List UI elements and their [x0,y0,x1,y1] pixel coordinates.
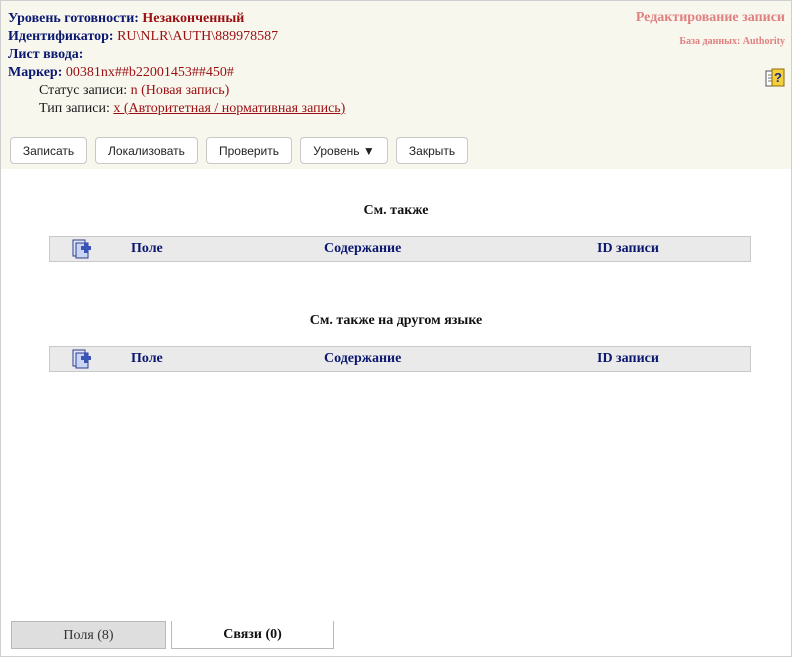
close-button[interactable]: Закрыть [396,137,468,164]
localize-button[interactable]: Локализовать [95,137,198,164]
column-header-content: Содержание [324,241,402,256]
level-value: Незаконченный [142,11,245,26]
page-title: Редактирование записи [635,10,785,25]
marker-label: Маркер: [8,65,63,80]
column-header-content: Содержание [324,351,402,366]
tab-fields[interactable]: Поля (8) [11,621,166,649]
column-header-field: Поле [131,351,163,366]
identifier-row: Идентификатор: RU\NLR\AUTH\889978587 [8,28,345,46]
check-button[interactable]: Проверить [206,137,292,164]
type-row: Тип записи: x (Авторитетная / нормативна… [8,100,345,118]
marker-value: 00381nx##b22001453##450# [65,65,234,80]
status-row: Статус записи: n (Новая запись) [8,82,345,100]
type-label: Тип записи: [39,101,110,116]
status-value: n (Новая запись) [130,83,230,98]
help-icon[interactable]: ? [765,68,785,88]
header-title-block: Редактирование записи База данных: Autho… [636,10,785,47]
see-also-table-header: Поле Содержание ID записи [49,236,751,262]
level-dropdown-button[interactable]: Уровень ▼ [300,137,388,164]
database-label: База данных: Authority [679,36,785,47]
column-header-field: Поле [131,241,163,256]
record-info: Уровень готовности: Незаконченный Иденти… [8,10,345,118]
level-row: Уровень готовности: Незаконченный [8,10,345,28]
svg-text:?: ? [774,70,782,85]
see-also-other-language-table-header: Поле Содержание ID записи [49,346,751,372]
column-header-record-id: ID записи [597,351,659,366]
sheet-label: Лист ввода: [8,47,84,62]
column-header-record-id: ID записи [597,241,659,256]
identifier-label: Идентификатор: [8,29,114,44]
add-row-icon[interactable] [71,348,93,370]
bottom-tab-bar: Поля (8) Связи (0) [1,621,791,656]
marker-row: Маркер: 00381nx##b22001453##450# [8,64,345,82]
editor-window: Уровень готовности: Незаконченный Иденти… [0,0,792,657]
see-also-title: См. также [363,203,429,218]
status-label: Статус записи: [39,83,128,98]
save-button[interactable]: Записать [10,137,87,164]
identifier-value: RU\NLR\AUTH\889978587 [117,29,279,44]
tab-links[interactable]: Связи (0) [171,621,334,649]
level-label: Уровень готовности: [8,11,139,26]
type-value-link[interactable]: x (Авторитетная / нормативная запись) [113,101,345,116]
sheet-row: Лист ввода: [8,46,345,64]
add-row-icon[interactable] [71,238,93,260]
see-also-other-language-title: См. также на другом языке [309,313,483,328]
record-header: Уровень готовности: Незаконченный Иденти… [1,1,791,169]
